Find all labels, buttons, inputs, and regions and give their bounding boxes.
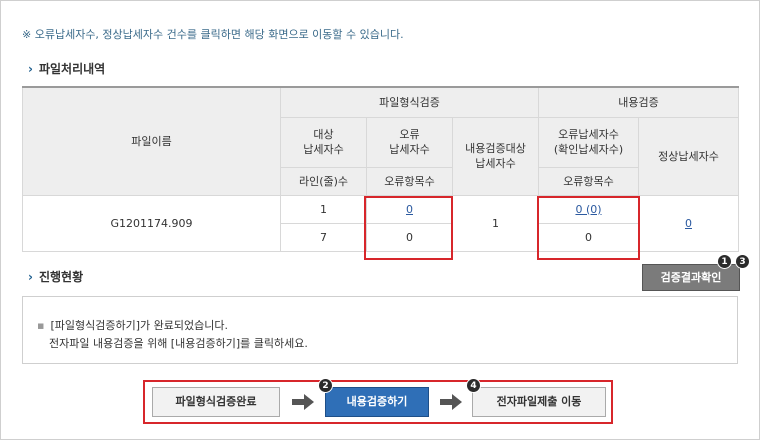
progress-section-title: 진행현황 [38,270,84,284]
bullet-icon: ▪ [37,319,45,332]
status-line-1: ▪ [파일형식검증하기]가 완료되었습니다. [37,317,228,333]
col-header-content-check: 내용검증 [537,86,740,118]
col-header-target-taxpayers: 대상 납세자수 [280,116,367,168]
content-error-column-highlight [537,196,640,260]
content-check-button[interactable]: 내용검증하기 [325,387,429,417]
cell-content-target: 1 [452,194,539,252]
chevron-right-icon: › [28,270,33,284]
progress-section-heading: › 진행현황 [28,268,83,285]
cell-filename: G1201174.909 [22,194,281,252]
status-message-box: ▪ [파일형식검증하기]가 완료되었습니다. 전자파일 내용검증을 위해 [내용검… [22,296,738,364]
normal-count-link[interactable]: 0 [685,217,692,230]
step-badge-2: 2 [318,378,333,393]
step-badge-3: 3 [735,254,750,269]
col-header-error-items: 오류항목수 [366,166,453,196]
file-section-heading: › 파일처리내역 [28,60,105,77]
error-column-highlight [364,196,453,260]
arrow-right-icon [440,394,462,410]
format-check-complete-button[interactable]: 파일형식검증완료 [152,387,280,417]
col-header-filename: 파일이름 [22,86,281,196]
cell-lines: 7 [280,222,367,252]
cell-target-count: 1 [280,194,367,224]
col-header-error-confirmed: 오류납세자수 (확인납세자수) [538,116,639,168]
arrow-right-icon [292,394,314,410]
col-header-format-check: 파일형식검증 [280,86,539,118]
col-header-error-items-content: 오류항목수 [538,166,639,196]
status-line-1-text: [파일형식검증하기]가 완료되었습니다. [50,319,228,332]
status-line-2: 전자파일 내용검증을 위해 [내용검증하기]를 클릭하세요. [49,337,308,350]
cell-normal-count: 0 [637,194,740,252]
step-badge-1: 1 [717,254,732,269]
chevron-right-icon: › [28,62,33,76]
go-to-e-file-submit-button[interactable]: 전자파일제출 이동 [472,387,606,417]
col-header-normal-taxpayers: 정상납세자수 [637,116,740,196]
col-header-lines: 라인(줄)수 [280,166,367,196]
notice-text: ※ 오류납세자수, 정상납세자수 건수를 클릭하면 해당 화면으로 이동할 수 … [22,28,404,41]
step-badge-4: 4 [466,378,481,393]
col-header-content-target: 내용검증대상 납세자수 [452,116,539,196]
col-header-error-taxpayers: 오류 납세자수 [366,116,453,168]
file-section-title: 파일처리내역 [38,62,106,76]
